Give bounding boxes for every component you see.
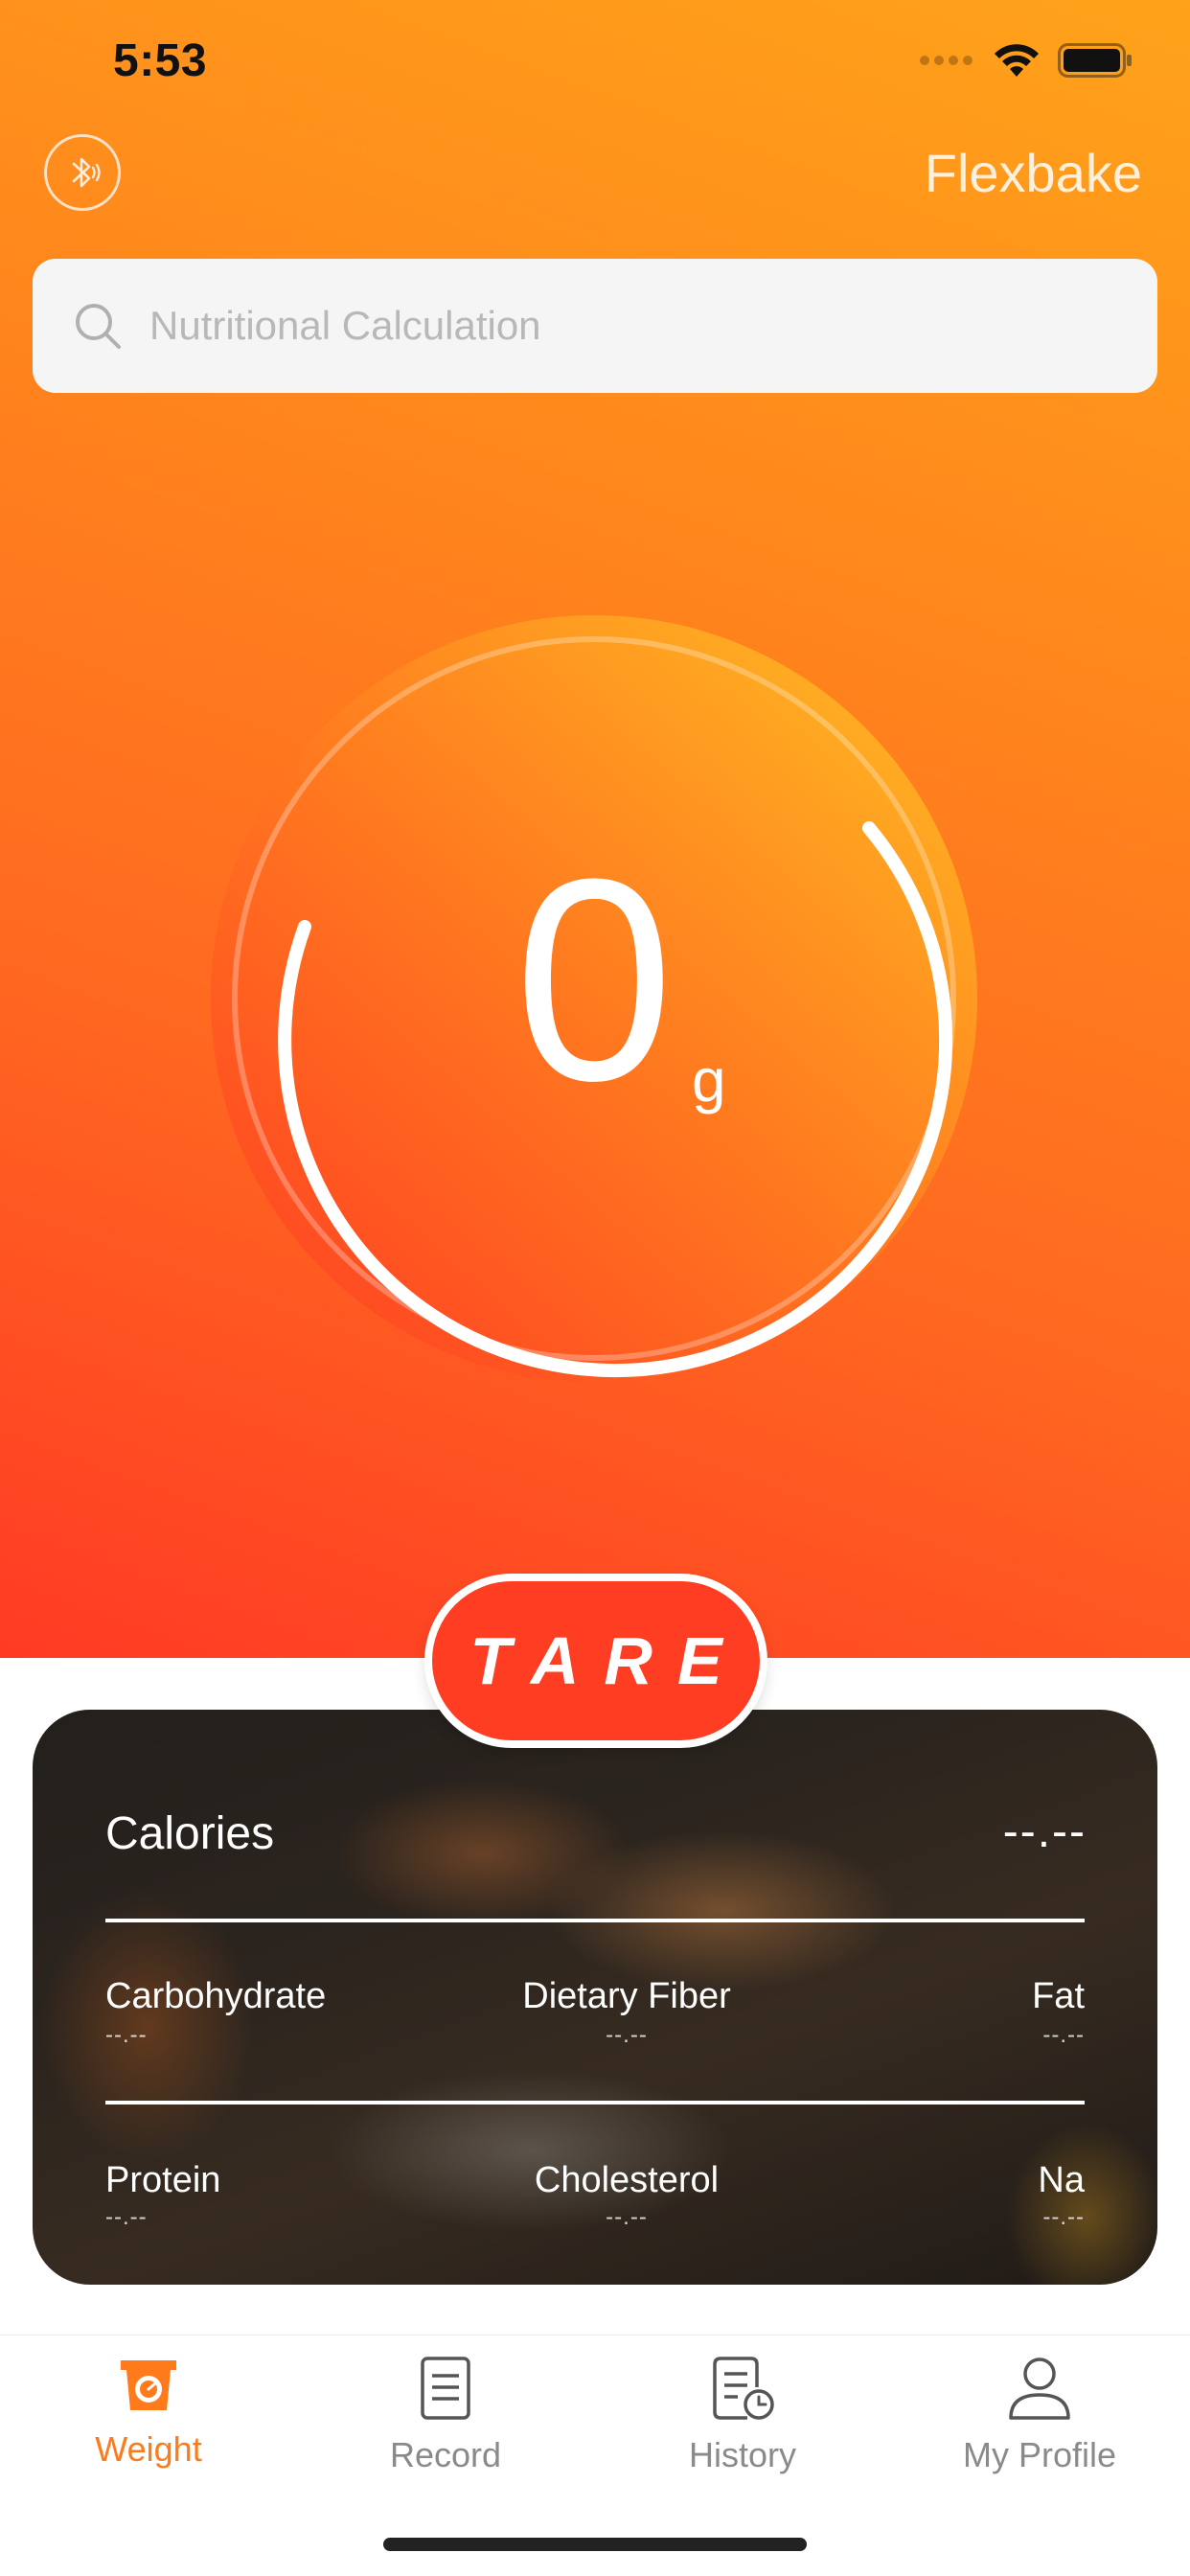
divider — [105, 2101, 1085, 2104]
status-time: 5:53 — [113, 35, 208, 86]
fat-value: --.-- — [1042, 2022, 1085, 2048]
dietary-fiber-label: Dietary Fiber — [522, 1976, 731, 2016]
search-input[interactable]: Nutritional Calculation — [33, 259, 1157, 393]
tab-weight-label: Weight — [95, 2429, 202, 2469]
protein-value: --.-- — [105, 2204, 148, 2230]
cholesterol-value: --.-- — [606, 2204, 648, 2230]
home-indicator[interactable] — [383, 2538, 807, 2551]
weight-unit: g — [692, 1046, 726, 1115]
search-icon — [76, 304, 121, 349]
battery-icon — [1058, 43, 1132, 78]
wifi-icon — [995, 44, 1039, 77]
tab-record-label: Record — [389, 2435, 502, 2474]
nutrition-card: Calories --.-- Carbohydrate --.-- Dietar… — [33, 1710, 1157, 2285]
status-icons — [920, 42, 1133, 79]
na-label: Na — [1038, 2160, 1085, 2200]
divider — [105, 1919, 1085, 1922]
calories-value: --.-- — [1002, 1806, 1087, 1857]
tab-weight[interactable]: Weight — [24, 2355, 273, 2470]
fat-label: Fat — [1032, 1976, 1085, 2016]
cholesterol-label: Cholesterol — [534, 2160, 720, 2200]
tare-label: TARE — [469, 1623, 747, 1698]
weight-screen: 5:53 Flexbake Nutritional Calculation 0 … — [0, 0, 1190, 2576]
carbohydrate-value: --.-- — [105, 2022, 148, 2048]
weight-dial: 0 g — [211, 615, 977, 1382]
person-icon — [1009, 2358, 1070, 2420]
cellular-signal-icon — [920, 56, 973, 65]
tab-my-profile[interactable]: My Profile — [915, 2355, 1164, 2475]
calories-label: Calories — [105, 1808, 275, 1859]
protein-label: Protein — [105, 2160, 221, 2200]
brand-title: Flexbake — [924, 143, 1142, 203]
weight-value: 0 — [514, 818, 675, 1140]
carbohydrate-label: Carbohydrate — [105, 1976, 327, 2016]
dietary-fiber-value: --.-- — [606, 2022, 648, 2048]
document-icon — [421, 2357, 470, 2420]
na-value: --.-- — [1042, 2204, 1085, 2230]
bluetooth-button[interactable] — [44, 134, 121, 211]
tab-my-profile-label: My Profile — [962, 2435, 1117, 2474]
tab-history-label: History — [688, 2435, 796, 2474]
tab-record[interactable]: Record — [321, 2355, 570, 2475]
search-placeholder: Nutritional Calculation — [149, 303, 541, 348]
history-icon — [713, 2357, 774, 2420]
scale-icon — [121, 2360, 176, 2410]
tare-button[interactable]: TARE — [424, 1574, 767, 1748]
bluetooth-icon — [72, 157, 101, 188]
tab-history[interactable]: History — [618, 2355, 867, 2475]
